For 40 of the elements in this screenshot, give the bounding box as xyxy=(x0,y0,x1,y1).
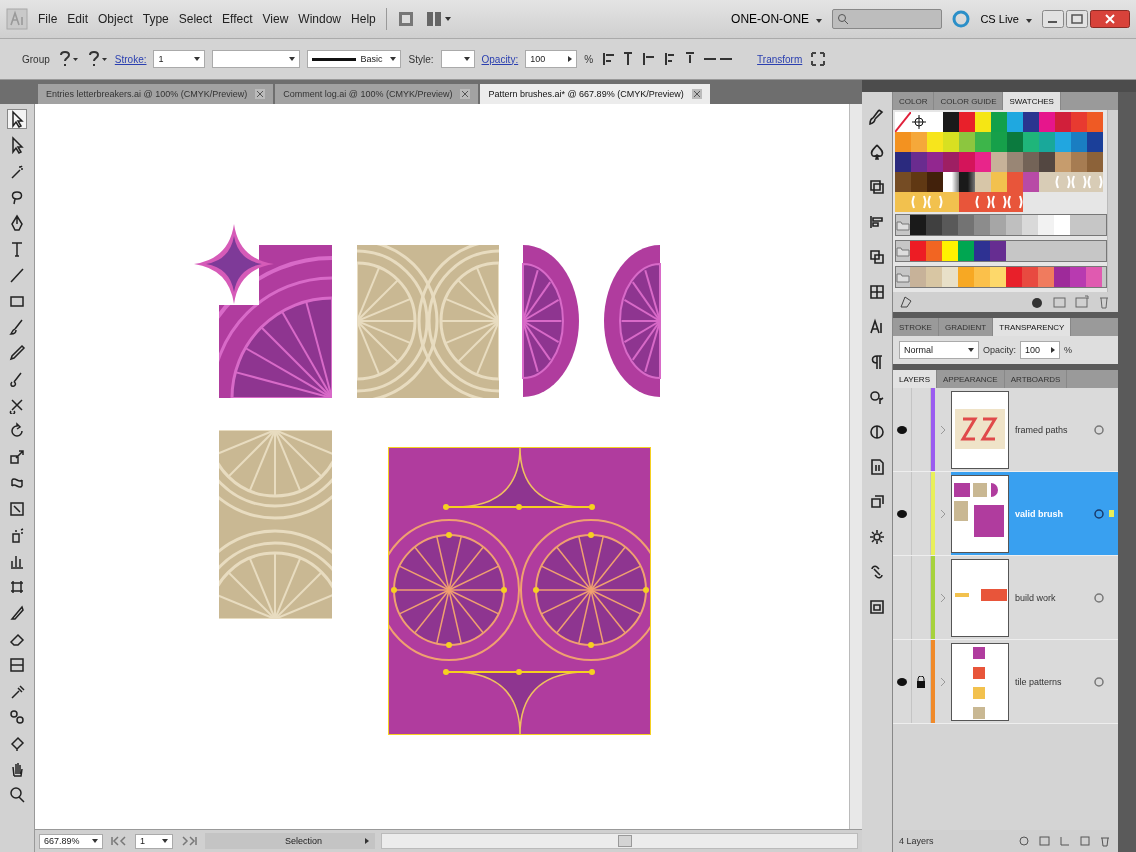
zoom-dropdown[interactable]: 667.89% xyxy=(39,833,103,849)
menu-item[interactable]: Select xyxy=(178,12,213,26)
layer-name[interactable]: build work xyxy=(1009,592,1093,603)
layer-row[interactable]: tile patterns xyxy=(893,640,1118,724)
stroke-link[interactable]: Stroke: xyxy=(114,53,147,65)
menu-item[interactable]: Help xyxy=(351,12,376,26)
layer-name[interactable]: framed paths xyxy=(1009,424,1093,435)
cs-live-button[interactable]: CS Live xyxy=(980,13,1032,25)
artboard-dropdown[interactable]: 1 xyxy=(135,833,173,849)
panel-tab[interactable]: LAYERS xyxy=(893,370,937,388)
layer-name[interactable]: tile patterns xyxy=(1009,676,1093,687)
percent-label: % xyxy=(584,53,594,65)
blend-mode-dropdown[interactable]: Normal xyxy=(899,341,979,359)
document-tab[interactable]: Comment log.ai @ 100% (CMYK/Preview) xyxy=(275,84,479,104)
menu-item[interactable]: View xyxy=(262,12,289,26)
panel-tab[interactable]: SWATCHES xyxy=(1003,92,1061,110)
document-tab[interactable]: Entries letterbreakers.ai @ 100% (CMYK/Preview) xyxy=(38,84,274,104)
menu-item[interactable]: Effect xyxy=(222,12,253,26)
menu-item[interactable]: Window xyxy=(298,12,342,26)
menu-item[interactable]: File xyxy=(38,12,58,26)
menu-item[interactable]: Object xyxy=(98,12,133,26)
status-menu[interactable]: Selection xyxy=(205,833,375,849)
opacity-label: Opacity: xyxy=(983,345,1016,355)
menu-item[interactable]: Edit xyxy=(67,12,89,26)
transform-link[interactable]: Transform xyxy=(757,53,803,65)
brush-dropdown[interactable]: Basic xyxy=(307,50,402,68)
selection-type-label: Group xyxy=(22,53,50,65)
panel-tab[interactable]: TRANSPARENCY xyxy=(993,318,1072,336)
style-label: Style: xyxy=(408,53,434,65)
menu-item[interactable]: Type xyxy=(142,12,169,26)
opacity-link[interactable]: Opacity: xyxy=(481,53,519,65)
document-tab[interactable]: Pattern brushes.ai* @ 667.89% (CMYK/Preview) xyxy=(480,84,710,104)
workspace-switcher[interactable]: ONE-ON-ONE xyxy=(731,12,823,26)
opacity-field[interactable]: 100 xyxy=(525,50,578,68)
layer-count: 4 Layers xyxy=(899,836,934,846)
stroke-weight-field[interactable]: 1 xyxy=(153,50,206,68)
layer-row[interactable]: framed paths xyxy=(893,388,1118,472)
layer-row[interactable]: build work xyxy=(893,556,1118,640)
opacity-field[interactable]: 100 xyxy=(1020,341,1060,359)
percent-label: % xyxy=(1064,345,1073,355)
